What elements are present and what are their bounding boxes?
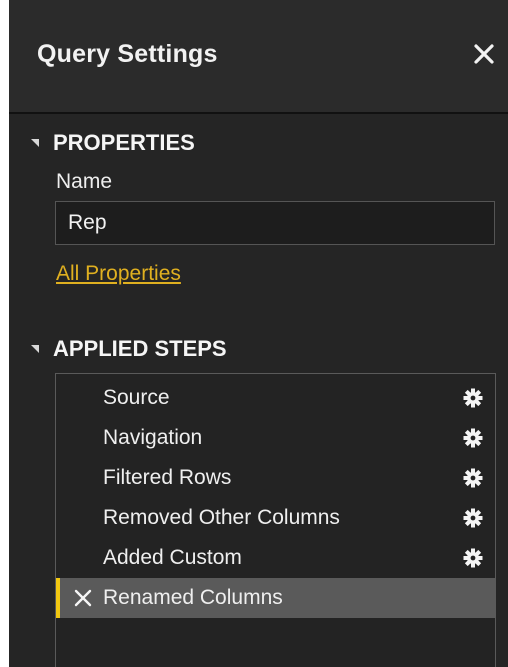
query-settings-pane: Query Settings PROPERTIES Name All Prope…: [9, 0, 508, 667]
step-removed-other-columns[interactable]: Removed Other Columns: [56, 498, 495, 538]
gear-icon[interactable]: [463, 508, 483, 528]
step-filtered-rows[interactable]: Filtered Rows: [56, 458, 495, 498]
step-renamed-columns[interactable]: Renamed Columns: [56, 578, 495, 618]
gear-icon[interactable]: [463, 388, 483, 408]
collapse-caret-icon: [31, 345, 39, 353]
step-label: Renamed Columns: [103, 586, 283, 609]
step-added-custom[interactable]: Added Custom: [56, 538, 495, 578]
step-navigation[interactable]: Navigation: [56, 418, 495, 458]
gear-icon[interactable]: [463, 468, 483, 488]
gear-icon[interactable]: [463, 428, 483, 448]
applied-steps-heading: APPLIED STEPS: [53, 336, 227, 361]
gear-icon[interactable]: [463, 548, 483, 568]
collapse-caret-icon: [31, 139, 39, 147]
pane-header: Query Settings: [9, 0, 508, 114]
step-label: Source: [103, 386, 170, 409]
step-label: Removed Other Columns: [103, 506, 340, 529]
delete-step-icon[interactable]: [74, 589, 92, 607]
window-edge: [0, 0, 9, 667]
applied-steps-section-toggle[interactable]: APPLIED STEPS: [31, 336, 227, 362]
applied-steps-list: Source Navigation Filtered Rows Removed …: [55, 373, 496, 667]
properties-heading: PROPERTIES: [53, 130, 195, 155]
step-label: Added Custom: [103, 546, 242, 569]
properties-section-toggle[interactable]: PROPERTIES: [31, 130, 195, 156]
query-name-input[interactable]: [55, 201, 495, 245]
pane-title: Query Settings: [37, 40, 218, 68]
name-label: Name: [56, 170, 113, 193]
all-properties-link[interactable]: All Properties: [56, 262, 181, 286]
selection-indicator: [56, 578, 60, 618]
step-label: Filtered Rows: [103, 466, 232, 489]
step-label: Navigation: [103, 426, 203, 449]
close-button[interactable]: [468, 38, 500, 70]
step-source[interactable]: Source: [56, 378, 495, 418]
close-icon: [474, 44, 494, 64]
